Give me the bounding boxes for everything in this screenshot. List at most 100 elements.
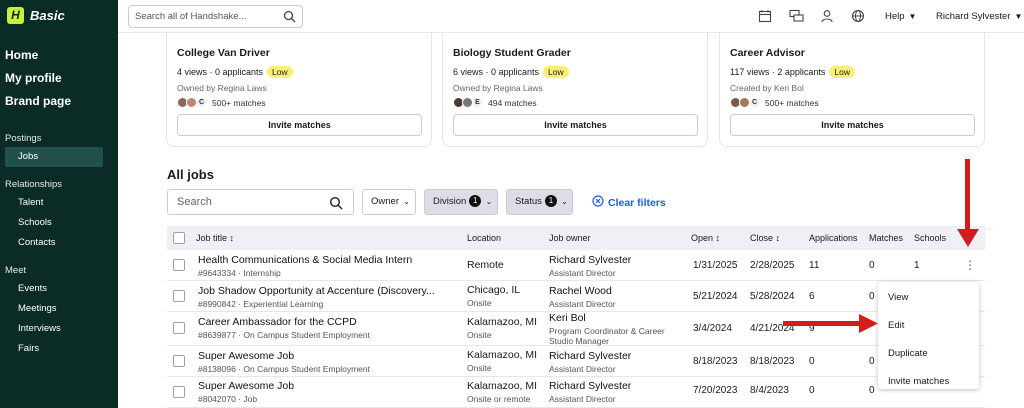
invite-matches-button[interactable]: Invite matches bbox=[177, 114, 422, 136]
job-title-link[interactable]: Career Ambassador for the CCPD bbox=[198, 316, 370, 328]
owner-filter[interactable]: Owner ⌄ bbox=[362, 189, 416, 215]
help-label: Help bbox=[885, 11, 905, 22]
card-title[interactable]: Career Advisor bbox=[730, 47, 805, 59]
card-views: 117 views · 2 applicants bbox=[730, 67, 826, 77]
job-id: #8042070 · Job bbox=[198, 394, 258, 404]
open-date: 3/4/2024 bbox=[693, 323, 732, 334]
division-filter[interactable]: Division 1 ⌄ bbox=[424, 189, 498, 215]
global-search-input[interactable]: Search all of Handshake... bbox=[128, 5, 303, 28]
jobs-search-input[interactable]: Search bbox=[167, 189, 354, 215]
job-owner-role: Assistant Director bbox=[549, 394, 616, 404]
applications-count: 11 bbox=[809, 260, 820, 271]
sidebar-item-events[interactable]: Events bbox=[5, 279, 103, 299]
sidebar-item-fairs[interactable]: Fairs bbox=[5, 339, 103, 359]
menu-item-invite-matches[interactable]: Invite matches bbox=[878, 369, 979, 394]
job-title-link[interactable]: Health Communications & Social Media Int… bbox=[198, 254, 412, 266]
job-owner-role: Assistant Director bbox=[549, 364, 616, 374]
sidebar-item-jobs[interactable]: Jobs bbox=[5, 147, 103, 167]
close-date: 2/28/2025 bbox=[750, 260, 795, 271]
card-owner: Owned by Regina Laws bbox=[453, 83, 543, 93]
menu-item-duplicate[interactable]: Duplicate bbox=[878, 341, 979, 366]
invite-matches-button[interactable]: Invite matches bbox=[453, 114, 698, 136]
job-id: #8138096 · On Campus Student Employment bbox=[198, 364, 370, 374]
job-title-link[interactable]: Super Awesome Job bbox=[198, 380, 294, 392]
sidebar-item-contacts[interactable]: Contacts bbox=[5, 233, 103, 253]
nav-brand-page[interactable]: Brand page bbox=[0, 90, 118, 113]
row-checkbox[interactable] bbox=[173, 355, 185, 367]
help-menu[interactable]: Help ▼ bbox=[885, 11, 916, 22]
row-checkbox[interactable] bbox=[173, 386, 185, 398]
card-title[interactable]: College Van Driver bbox=[177, 47, 270, 59]
matches-count: 0 bbox=[869, 260, 875, 271]
sort-icon: ↕ bbox=[715, 233, 721, 243]
clear-filters-button[interactable]: Clear filters bbox=[592, 195, 666, 210]
section-title: All jobs bbox=[167, 167, 214, 182]
job-owner: Richard Sylvester bbox=[549, 380, 632, 392]
calendar-icon[interactable] bbox=[756, 8, 774, 24]
user-menu[interactable]: Richard Sylvester ▼ bbox=[936, 11, 1022, 22]
open-date: 1/31/2025 bbox=[693, 260, 738, 271]
chevron-down-icon: ▼ bbox=[908, 12, 917, 21]
nav-my-profile[interactable]: My profile bbox=[0, 67, 118, 90]
job-location-type: Onsite bbox=[467, 298, 492, 308]
column-header-location: Location bbox=[467, 233, 502, 243]
close-date: 5/28/2024 bbox=[750, 291, 795, 302]
sidebar-item-meetings[interactable]: Meetings bbox=[5, 299, 103, 319]
open-date: 8/18/2023 bbox=[693, 356, 738, 367]
select-all-checkbox[interactable] bbox=[173, 232, 185, 244]
job-owner-role: Assistant Director bbox=[549, 268, 616, 278]
row-actions-menu: View Edit Duplicate Invite matches bbox=[878, 282, 979, 389]
row-checkbox[interactable] bbox=[173, 322, 185, 334]
applications-count: 0 bbox=[809, 385, 815, 396]
job-title-link[interactable]: Job Shadow Opportunity at Accenture (Dis… bbox=[198, 285, 435, 297]
column-header-job-title[interactable]: Job title ↕ bbox=[196, 233, 234, 243]
sidebar-item-schools[interactable]: Schools bbox=[5, 213, 103, 233]
job-location-type: Onsite bbox=[467, 363, 492, 373]
avatar: E bbox=[472, 97, 483, 108]
column-header-open[interactable]: Open ↕ bbox=[691, 233, 720, 243]
schools-count: 1 bbox=[914, 260, 920, 271]
column-header-applications: Applications bbox=[809, 233, 858, 243]
card-owner: Created by Keri Bol bbox=[730, 83, 804, 93]
sidebar-item-talent[interactable]: Talent bbox=[5, 193, 103, 213]
card-views: 6 views · 0 applicants bbox=[453, 67, 540, 77]
column-header-close[interactable]: Close ↕ bbox=[750, 233, 780, 243]
table-row[interactable]: Super Awesome Job #8138096 · On Campus St… bbox=[167, 346, 985, 377]
menu-item-view[interactable]: View bbox=[878, 285, 979, 310]
clear-icon bbox=[592, 195, 604, 210]
menu-item-edit[interactable]: Edit bbox=[878, 313, 979, 338]
job-location: Kalamazoo, MI bbox=[467, 349, 538, 361]
top-bar: Search all of Handshake... Help ▼ Richard… bbox=[118, 0, 1024, 33]
sidebar: H Basic Home My profile Brand page Posti… bbox=[0, 0, 118, 408]
column-header-schools: Schools bbox=[914, 233, 947, 243]
card-title[interactable]: Biology Student Grader bbox=[453, 47, 571, 59]
table-row[interactable]: Super Awesome Job #8042070 · Job Kalamazo… bbox=[167, 377, 985, 408]
table-row[interactable]: Job Shadow Opportunity at Accenture (Dis… bbox=[167, 281, 985, 312]
avatar: C bbox=[749, 97, 760, 108]
card-matches: 494 matches bbox=[488, 97, 537, 108]
table-row[interactable]: Health Communications & Social Media Int… bbox=[167, 250, 985, 281]
row-checkbox[interactable] bbox=[173, 290, 185, 302]
job-owner-role: Program Coordinator & Career bbox=[549, 326, 665, 336]
nav-group-meet: Meet bbox=[5, 265, 27, 276]
sidebar-item-interviews[interactable]: Interviews bbox=[5, 319, 103, 339]
logo[interactable]: H Basic bbox=[0, 0, 118, 30]
open-date: 5/21/2024 bbox=[693, 291, 738, 302]
job-location: Kalamazoo, MI bbox=[467, 380, 538, 392]
more-actions-icon[interactable]: ⋮ bbox=[964, 258, 976, 272]
profile-icon[interactable] bbox=[818, 8, 836, 24]
open-date: 7/20/2023 bbox=[693, 385, 738, 396]
division-filter-label: Division bbox=[433, 196, 467, 207]
job-owner: Rachel Wood bbox=[549, 285, 612, 297]
filter-count-badge: 1 bbox=[469, 195, 482, 208]
job-owner: Keri Bol bbox=[549, 312, 586, 324]
globe-icon[interactable] bbox=[849, 8, 867, 24]
status-filter[interactable]: Status 1 ⌄ bbox=[506, 189, 573, 215]
invite-matches-button[interactable]: Invite matches bbox=[730, 114, 975, 136]
job-id: #9643334 · Internship bbox=[198, 268, 281, 278]
nav-home[interactable]: Home bbox=[0, 44, 118, 67]
row-checkbox[interactable] bbox=[173, 259, 185, 271]
column-label: Open bbox=[691, 233, 714, 243]
messages-icon[interactable] bbox=[787, 8, 805, 24]
job-title-link[interactable]: Super Awesome Job bbox=[198, 350, 370, 362]
